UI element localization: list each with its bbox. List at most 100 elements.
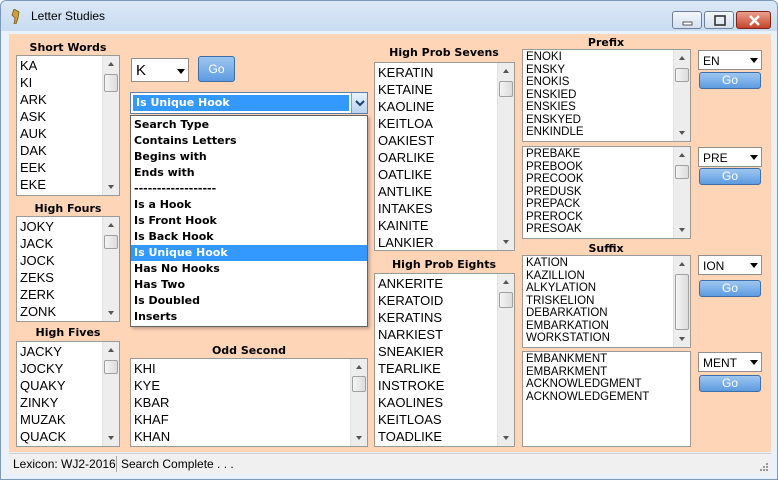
list-item[interactable]: EMBARKMENT: [526, 366, 687, 379]
search-type-option[interactable]: Has No Hooks: [131, 261, 367, 277]
list-item[interactable]: OAKIEST: [378, 132, 496, 149]
list-item[interactable]: KAOLINES: [378, 394, 496, 411]
list-item[interactable]: PREROCK: [526, 211, 672, 224]
scroll-down-icon[interactable]: [498, 234, 514, 250]
scroll-thumb[interactable]: [104, 360, 118, 374]
list-item[interactable]: KERATINS: [378, 309, 496, 326]
list-item[interactable]: TEARLIKE: [378, 360, 496, 377]
list-item[interactable]: KEITLOA: [378, 115, 496, 132]
high-prob-sevens-scrollbar[interactable]: [497, 63, 514, 250]
suffix-go-button-1[interactable]: Go: [699, 280, 761, 297]
list-item[interactable]: PRESOAK: [526, 223, 672, 236]
search-type-option[interactable]: Ends with: [131, 165, 367, 181]
search-type-option[interactable]: Is Front Hook: [131, 213, 367, 229]
search-type-select[interactable]: Is Unique Hook: [130, 92, 368, 114]
search-type-option[interactable]: Inserts: [131, 309, 367, 325]
search-type-option[interactable]: Is Unique Hook: [131, 245, 367, 261]
search-type-option[interactable]: Is Doubled: [131, 293, 367, 309]
scroll-up-icon[interactable]: [674, 147, 690, 163]
prefix-combo-1[interactable]: EN: [698, 50, 762, 70]
letter-go-button[interactable]: Go: [198, 56, 235, 82]
list-item[interactable]: KHAF: [134, 411, 349, 428]
scroll-down-icon[interactable]: [103, 430, 119, 446]
list-item[interactable]: DAK: [20, 142, 101, 159]
suffix-combo-1[interactable]: ION: [698, 255, 762, 275]
list-item[interactable]: ASK: [20, 108, 101, 125]
list-item[interactable]: ACKNOWLEDGMENT: [526, 378, 687, 391]
list-item[interactable]: JOKY: [20, 218, 101, 235]
search-type-option[interactable]: Contains Letters: [131, 133, 367, 149]
list-item[interactable]: PREDUSK: [526, 186, 672, 199]
search-type-option[interactable]: Is a Hook: [131, 197, 367, 213]
prefix-list-2[interactable]: PREBAKE PREBOOK PRECOOK PREDUSK PREPACK PRERO…: [522, 146, 691, 239]
scroll-up-icon[interactable]: [351, 359, 367, 375]
list-item[interactable]: KETAINE: [378, 81, 496, 98]
list-item[interactable]: ALKYLATION: [526, 282, 672, 295]
list-item[interactable]: KAINITE: [378, 217, 496, 234]
prefix-list-2-scrollbar[interactable]: [673, 147, 690, 238]
list-item[interactable]: ENKINDLE: [526, 126, 672, 139]
list-item[interactable]: PREBAKE: [526, 148, 672, 161]
list-item[interactable]: ENSKY: [526, 64, 672, 77]
scroll-thumb[interactable]: [675, 68, 689, 82]
search-type-option[interactable]: Has Two: [131, 277, 367, 293]
list-item[interactable]: KATION: [526, 257, 672, 270]
list-item[interactable]: LANKIER: [378, 234, 496, 250]
list-item[interactable]: WORKSTATION: [526, 332, 672, 345]
scroll-up-icon[interactable]: [103, 56, 119, 72]
list-item[interactable]: TOADLIKE: [378, 428, 496, 445]
scroll-down-icon[interactable]: [498, 430, 514, 446]
close-button[interactable]: [736, 11, 771, 29]
list-item[interactable]: ENSKIED: [526, 89, 672, 102]
list-item[interactable]: PRECOOK: [526, 173, 672, 186]
maximize-button[interactable]: [704, 11, 734, 29]
list-item[interactable]: KEITLOAS: [378, 411, 496, 428]
list-item[interactable]: ENSKIES: [526, 101, 672, 114]
high-fives-list[interactable]: JACKY JOCKY QUAKY ZINKY MUZAK QUACK: [16, 341, 120, 447]
high-prob-sevens-list[interactable]: KERATIN KETAINE KAOLINE KEITLOA OAKIEST OARLI…: [374, 62, 515, 251]
list-item[interactable]: EEK: [20, 159, 101, 176]
list-item[interactable]: INSTROKE: [378, 377, 496, 394]
list-item[interactable]: ENOKI: [526, 51, 672, 64]
list-item[interactable]: ZONK: [20, 303, 101, 320]
scroll-up-icon[interactable]: [103, 342, 119, 358]
list-item[interactable]: KBAR: [134, 394, 349, 411]
scroll-down-icon[interactable]: [103, 179, 119, 195]
suffix-combo-2[interactable]: MENT: [698, 352, 762, 372]
list-item[interactable]: KHI: [134, 360, 349, 377]
list-item[interactable]: TRISKELION: [526, 295, 672, 308]
prefix-combo-2[interactable]: PRE: [698, 147, 762, 167]
search-type-option[interactable]: Is Back Hook: [131, 229, 367, 245]
list-item[interactable]: PREBOOK: [526, 161, 672, 174]
high-fours-scrollbar[interactable]: [102, 217, 119, 321]
scroll-down-icon[interactable]: [351, 430, 367, 446]
scroll-up-icon[interactable]: [674, 50, 690, 66]
scroll-thumb[interactable]: [499, 81, 513, 97]
scroll-up-icon[interactable]: [103, 217, 119, 233]
list-item[interactable]: ZERK: [20, 286, 101, 303]
list-item[interactable]: JACKY: [20, 343, 101, 360]
suffix-go-button-2[interactable]: Go: [699, 375, 761, 392]
short-words-scrollbar[interactable]: [102, 56, 119, 195]
list-item[interactable]: ACKNOWLEDGEMENT: [526, 391, 687, 404]
list-item[interactable]: KERATOID: [378, 292, 496, 309]
list-item[interactable]: KERATIN: [378, 64, 496, 81]
high-prob-eights-scrollbar[interactable]: [497, 274, 514, 446]
scroll-thumb[interactable]: [104, 74, 118, 92]
list-item[interactable]: EMBANKMENT: [526, 353, 687, 366]
search-type-dropdown-button[interactable]: [351, 93, 367, 113]
list-item[interactable]: OARLIKE: [378, 149, 496, 166]
scroll-down-icon[interactable]: [674, 222, 690, 238]
title-bar[interactable]: Letter Studies: [1, 1, 777, 31]
list-item[interactable]: PREPACK: [526, 198, 672, 211]
list-item[interactable]: OATLIKE: [378, 166, 496, 183]
list-item[interactable]: SNEAKIER: [378, 343, 496, 360]
list-item[interactable]: KAOLINE: [378, 98, 496, 115]
list-item[interactable]: EMBARKATION: [526, 320, 672, 333]
search-type-option[interactable]: Search Type: [131, 117, 367, 133]
prefix-list-1[interactable]: ENOKI ENSKY ENOKIS ENSKIED ENSKIES ENSKYED ENK…: [522, 49, 691, 142]
prefix-go-button-1[interactable]: Go: [699, 72, 761, 89]
list-item[interactable]: KYE: [134, 377, 349, 394]
scroll-thumb[interactable]: [675, 274, 689, 330]
list-item[interactable]: JACK: [20, 235, 101, 252]
